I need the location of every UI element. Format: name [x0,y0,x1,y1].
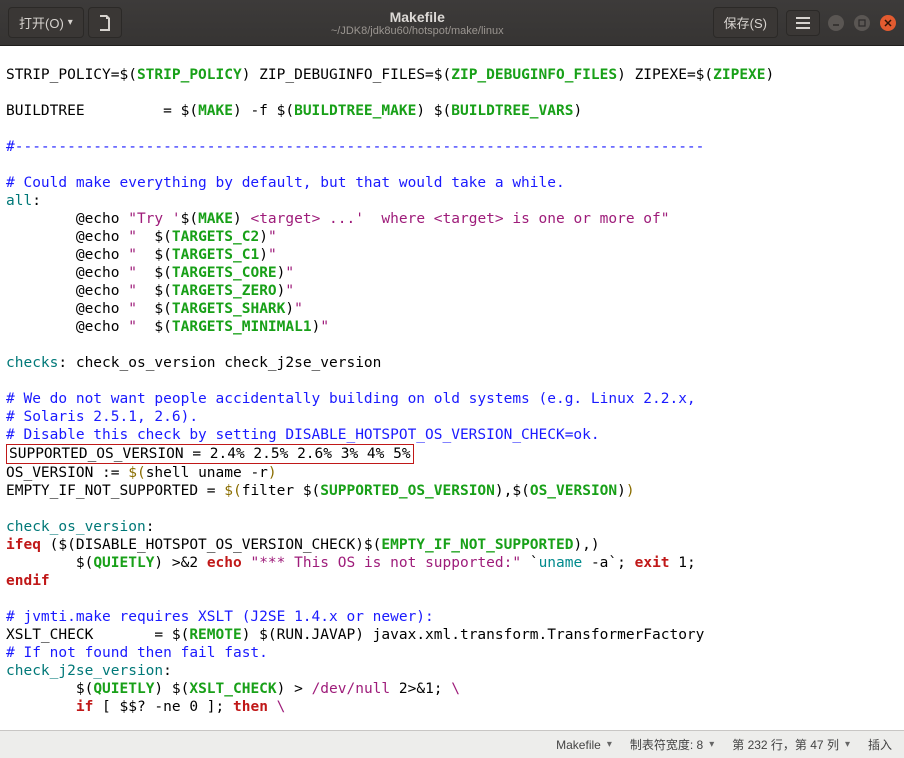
maximize-icon [858,19,866,27]
document-icon [98,15,112,31]
editor-area[interactable]: STRIP_POLICY=$(STRIP_POLICY) ZIP_DEBUGIN… [0,46,904,730]
code-line: @echo " $(TARGETS_CORE)" [6,265,294,281]
open-button[interactable]: 打开(O) ▾ [8,7,84,38]
code-line: BUILDTREE = $(MAKE) -f $(BUILDTREE_MAKE)… [6,103,582,119]
code-line: XSLT_CHECK = $(REMOTE) $(RUN.JAVAP) java… [6,627,704,643]
new-document-button[interactable] [88,7,122,38]
titlebar: 打开(O) ▾ Makefile ~/JDK8/jdk8u60/hotspot/… [0,0,904,46]
close-button[interactable] [880,15,896,31]
save-label: 保存(S) [724,13,767,32]
code-line: @echo "Try '$(MAKE) <target> ...' where … [6,211,670,227]
code-line: $(QUIETLY) >&2 echo "*** This OS is not … [6,555,696,571]
code-line: check_j2se_version: [6,663,172,679]
code-line: $(QUIETLY) $(XSLT_CHECK) > /dev/null 2>&… [6,681,460,697]
code-line: if [ $$? -ne 0 ]; then \ [6,699,285,715]
code-line: check_os_version: [6,519,154,535]
filetype-selector[interactable]: Makefile [556,738,612,752]
code-line: @echo " $(TARGETS_C1)" [6,247,277,263]
window-subtitle: ~/JDK8/jdk8u60/hotspot/make/linux [130,25,705,37]
close-icon [884,19,892,27]
code-line: all: [6,193,41,209]
code-line: OS_VERSION := $(shell uname -r) [6,465,277,481]
code-line: # Disable this check by setting DISABLE_… [6,427,600,443]
hamburger-icon [796,17,810,29]
cursor-position[interactable]: 第 232 行，第 47 列 [732,736,850,753]
hamburger-menu-button[interactable] [786,10,820,36]
highlighted-line: SUPPORTED_OS_VERSION = 2.4% 2.5% 2.6% 3%… [6,444,414,464]
statusbar: Makefile 制表符宽度: 8 第 232 行，第 47 列 插入 [0,730,904,758]
code-line: # Solaris 2.5.1, 2.6). [6,409,198,425]
code-line: checks: check_os_version check_j2se_vers… [6,355,381,371]
maximize-button[interactable] [854,15,870,31]
code-line: @echo " $(TARGETS_MINIMAL1)" [6,319,329,335]
code-line: @echo " $(TARGETS_C2)" [6,229,277,245]
code-line: @echo " $(TARGETS_SHARK)" [6,301,303,317]
minimize-icon [832,19,840,27]
code-line: # jvmti.make requires XSLT (J2SE 1.4.x o… [6,609,434,625]
code-line: # Could make everything by default, but … [6,175,565,191]
code-line: ifeq ($(DISABLE_HOTSPOT_OS_VERSION_CHECK… [6,537,600,553]
tabwidth-selector[interactable]: 制表符宽度: 8 [630,736,714,753]
code-line: endif [6,573,50,589]
save-button[interactable]: 保存(S) [713,7,778,38]
open-label: 打开(O) [19,13,64,32]
code-line: #---------------------------------------… [6,139,704,155]
title-center: Makefile ~/JDK8/jdk8u60/hotspot/make/lin… [130,9,705,37]
insert-mode[interactable]: 插入 [868,736,892,753]
code-line: @echo " $(TARGETS_ZERO)" [6,283,294,299]
chevron-down-icon: ▾ [68,17,73,28]
code-line: STRIP_POLICY=$(STRIP_POLICY) ZIP_DEBUGIN… [6,67,774,83]
code-line: EMPTY_IF_NOT_SUPPORTED = $(filter $(SUPP… [6,483,635,499]
window-title: Makefile [130,9,705,25]
minimize-button[interactable] [828,15,844,31]
code-line: # We do not want people accidentally bui… [6,391,696,407]
code-line: # If not found then fail fast. [6,645,268,661]
